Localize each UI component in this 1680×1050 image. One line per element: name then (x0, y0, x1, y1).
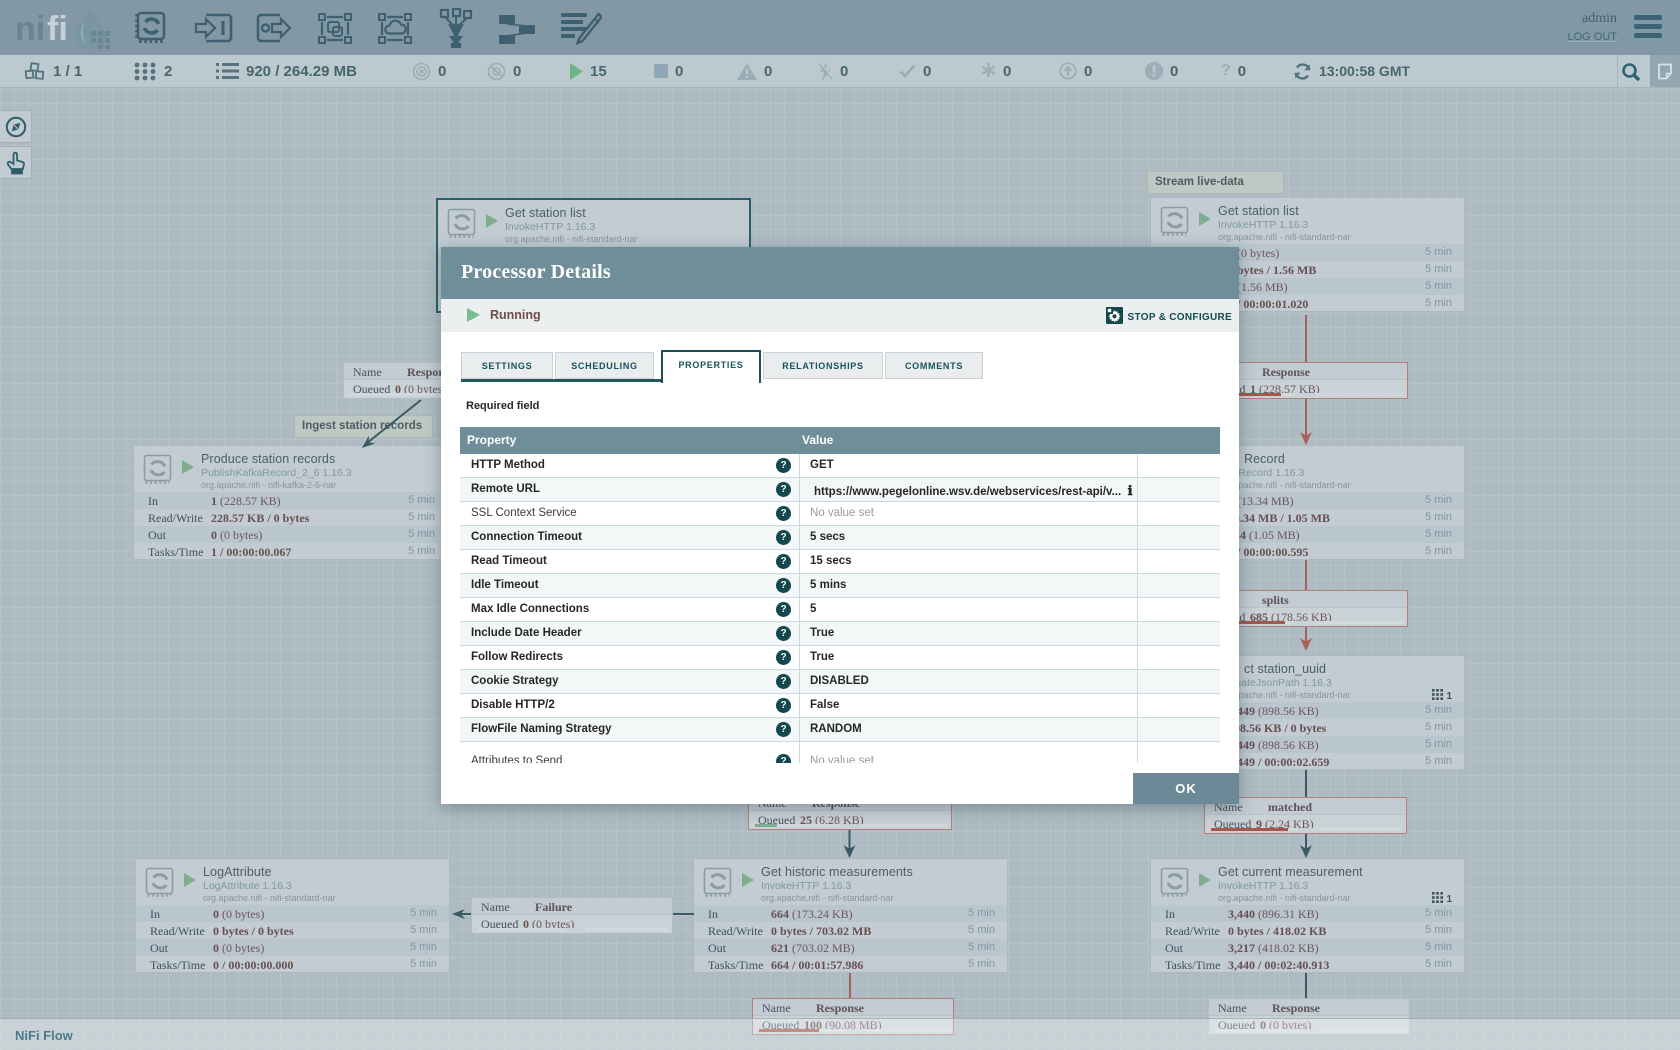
svg-text:fi: fi (47, 10, 68, 48)
svg-text:ni: ni (15, 10, 45, 48)
